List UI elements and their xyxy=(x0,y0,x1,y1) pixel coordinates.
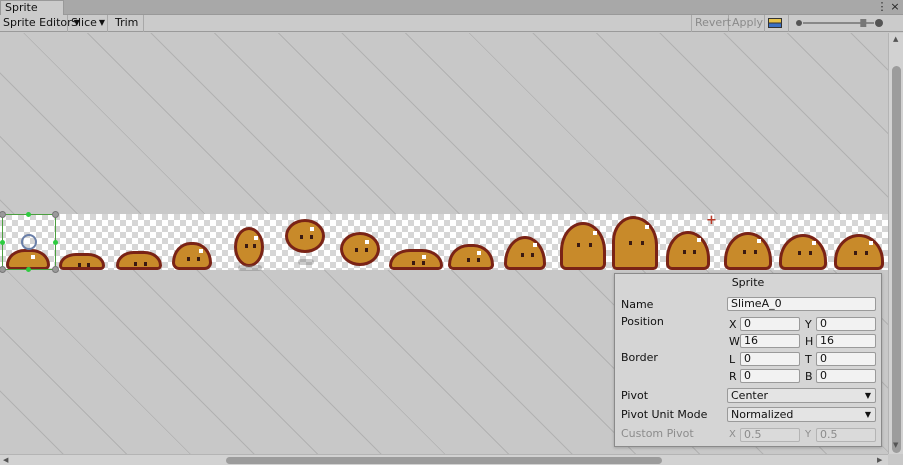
pivot-unit-mode-dropdown[interactable]: Normalized ▼ xyxy=(727,407,876,422)
zoom-slider[interactable] xyxy=(789,15,888,32)
name-label: Name xyxy=(621,298,654,311)
h-label: H xyxy=(805,335,814,348)
height-field[interactable]: 16 xyxy=(816,334,876,348)
w-label: W xyxy=(729,335,740,348)
edge-handle-left[interactable] xyxy=(0,240,5,245)
edge-handle-bottom[interactable] xyxy=(26,267,31,272)
color-channel-toggle[interactable] xyxy=(765,15,789,32)
window-tab-strip: Sprite Editor ⋮ × xyxy=(0,0,903,28)
name-field[interactable]: SlimeA_0 xyxy=(727,297,876,311)
zoom-in-icon xyxy=(875,19,883,27)
pivot-value: Center xyxy=(731,389,769,402)
border-label: Border xyxy=(621,351,658,364)
slice-label: Slice xyxy=(71,16,97,29)
sprite-editor-tab[interactable]: Sprite Editor xyxy=(0,0,64,28)
edge-handle-right[interactable] xyxy=(53,240,58,245)
position-label: Position xyxy=(621,315,664,328)
x-label: X xyxy=(729,318,737,331)
custom-pivot-x-label: X xyxy=(729,429,736,440)
y-label: Y xyxy=(805,318,812,331)
border-left-field[interactable]: 0 xyxy=(740,352,800,366)
custom-pivot-x-field[interactable]: 0.5 xyxy=(740,428,800,442)
pivot-dropdown[interactable]: Center ▼ xyxy=(727,388,876,403)
sprite-slime-6[interactable] xyxy=(340,232,380,266)
slice-dropdown[interactable]: Slice ▼ xyxy=(68,15,108,32)
window-close-icon[interactable]: × xyxy=(889,0,901,14)
zoom-out-icon xyxy=(796,20,802,26)
sprite-shadow xyxy=(298,259,314,265)
corner-handle-tr[interactable] xyxy=(52,211,59,218)
pivot-handle[interactable] xyxy=(21,234,37,250)
r-label: R xyxy=(729,370,737,383)
pivot-label: Pivot xyxy=(621,389,649,402)
corner-handle-br[interactable] xyxy=(52,266,59,273)
pivot-unit-mode-label: Pivot Unit Mode xyxy=(621,408,708,421)
vertical-scroll-thumb[interactable] xyxy=(892,66,901,453)
sprite-editor-mode-dropdown[interactable]: Sprite Editor ▼ xyxy=(0,15,80,32)
trim-button[interactable]: Trim xyxy=(108,15,144,32)
vertical-scrollbar[interactable]: ▲ ▼ xyxy=(888,33,903,454)
mode-dropdown-label: Sprite Editor xyxy=(3,16,72,29)
border-right-field[interactable]: 0 xyxy=(740,369,800,383)
window-menu-icon[interactable]: ⋮ xyxy=(876,0,888,14)
horizontal-scrollbar[interactable]: ◀ ▶ xyxy=(0,454,888,465)
apply-button[interactable]: Apply xyxy=(729,15,765,32)
zoom-slider-track xyxy=(796,19,883,27)
zoom-slider-thumb xyxy=(860,19,867,27)
sprite-slime-2[interactable] xyxy=(116,251,162,270)
chevron-down-icon: ▼ xyxy=(98,18,106,27)
toolbar: Sprite Editor ▼ Slice ▼ Trim Revert Apply xyxy=(0,15,903,32)
t-label: T xyxy=(805,353,812,366)
corner-handle-bl[interactable] xyxy=(0,266,6,273)
scroll-right-icon[interactable]: ▶ xyxy=(877,456,882,464)
revert-button[interactable]: Revert xyxy=(691,15,731,32)
scroll-down-icon[interactable]: ▼ xyxy=(893,441,898,449)
width-field[interactable]: 16 xyxy=(740,334,800,348)
sprite-slime-4[interactable] xyxy=(234,227,264,267)
scroll-left-icon[interactable]: ◀ xyxy=(3,456,8,464)
custom-pivot-y-field[interactable]: 0.5 xyxy=(816,428,876,442)
image-icon xyxy=(768,18,782,28)
custom-pivot-label: Custom Pivot xyxy=(621,427,694,440)
position-y-field[interactable]: 0 xyxy=(816,317,876,331)
b-label: B xyxy=(805,370,813,383)
position-x-field[interactable]: 0 xyxy=(740,317,800,331)
l-label: L xyxy=(729,353,736,366)
sprite-inspector-panel: Sprite Name SlimeA_0 Position X 0 Y 0 W … xyxy=(614,273,882,447)
custom-pivot-y-label: Y xyxy=(805,429,812,440)
sparkle-icon: + xyxy=(706,213,717,228)
sprite-slime-7[interactable] xyxy=(389,249,443,270)
chevron-down-icon: ▼ xyxy=(864,391,871,400)
pivot-unit-value: Normalized xyxy=(731,408,794,421)
edge-handle-top[interactable] xyxy=(26,212,31,217)
sprite-slime-11[interactable] xyxy=(612,216,658,270)
horizontal-scroll-thumb[interactable] xyxy=(226,457,662,464)
sprite-shadow xyxy=(238,265,262,271)
border-bottom-field[interactable]: 0 xyxy=(816,369,876,383)
chevron-down-icon: ▼ xyxy=(864,410,871,419)
sprite-slime-1[interactable] xyxy=(59,253,105,270)
panel-title: Sprite xyxy=(731,276,765,289)
border-top-field[interactable]: 0 xyxy=(816,352,876,366)
scroll-up-icon[interactable]: ▲ xyxy=(893,35,898,43)
sprite-slime-5[interactable] xyxy=(285,219,325,253)
